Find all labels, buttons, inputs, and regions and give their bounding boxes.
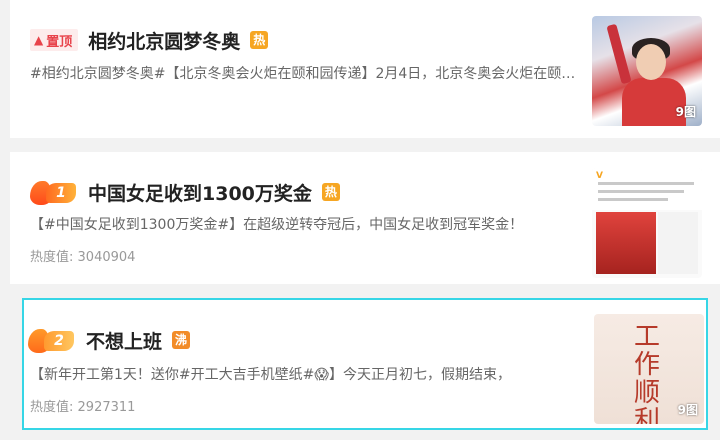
heat-number: 3040904 [77, 250, 136, 265]
rank-number: 2 [44, 331, 74, 351]
item-thumbnail[interactable]: 9图 [592, 16, 702, 126]
torch-shape [606, 23, 632, 85]
item-description[interactable]: 【新年开工第1天！送你#开工大吉手机壁纸#😱】今天正月初七，假期结束， [30, 364, 575, 384]
item-thumbnail[interactable]: 工 作 顺 利 9图 [594, 314, 704, 424]
weibo-logo-icon: V [596, 171, 603, 181]
text-line-shape [598, 190, 684, 193]
hot-tag: 热 [250, 31, 269, 49]
pin-arrow-icon: ▲ [34, 33, 44, 47]
title-row: 2 不想上班 沸 [28, 326, 191, 354]
image-count: 9图 [675, 105, 696, 119]
side-panel-shape [658, 212, 698, 274]
item-title[interactable]: 不想上班 [86, 327, 162, 354]
heat-label: 热度值: [30, 400, 74, 415]
post-header-shape [592, 168, 702, 210]
item-description[interactable]: 【#中国女足收到1300万奖金#】在超级逆转夺冠后，中国女足收到冠军奖金！ [30, 214, 585, 234]
heat-label: 热度值: [30, 250, 74, 265]
hot-tag: 热 [321, 183, 340, 201]
heat-number: 2927311 [77, 400, 136, 415]
rank-number: 1 [46, 183, 76, 203]
title-row: 1 中国女足收到1300万奖金 热 [30, 178, 340, 206]
pinned-label: 置顶 [46, 34, 73, 50]
wallpaper-char: 利 [634, 406, 661, 424]
item-thumbnail[interactable]: V [592, 168, 702, 278]
rank-badge: 1 [30, 179, 78, 205]
rank-badge: 2 [28, 327, 76, 353]
text-line-shape [598, 182, 694, 185]
title-row: ▲ 置顶 相约北京圆梦冬奥 热 [30, 26, 269, 54]
hot-item-rank-2[interactable]: 2 不想上班 沸 【新年开工第1天！送你#开工大吉手机壁纸#😱】今天正月初七，假… [22, 298, 708, 430]
image-count: 9图 [677, 403, 698, 417]
item-title[interactable]: 中国女足收到1300万奖金 [88, 179, 312, 206]
boiling-tag: 沸 [172, 331, 191, 349]
hot-item-rank-1[interactable]: 1 中国女足收到1300万奖金 热 【#中国女足收到1300万奖金#】在超级逆转… [10, 152, 720, 284]
item-title[interactable]: 相约北京圆梦冬奥 [88, 27, 240, 54]
text-line-shape [598, 198, 668, 201]
person-face-shape [636, 44, 666, 80]
hot-item-pinned[interactable]: ▲ 置顶 相约北京圆梦冬奥 热 #相约北京圆梦冬奥#【北京冬奥会火炬在颐和园传递… [10, 0, 720, 138]
heat-value: 热度值: 2927311 [30, 396, 135, 415]
team-photo-shape [596, 212, 656, 274]
item-description[interactable]: #相约北京圆梦冬奥#【北京冬奥会火炬在颐和园传递】2月4日，北京冬奥会火炬在颐和… [30, 63, 585, 83]
heat-value: 热度值: 3040904 [30, 246, 135, 265]
pinned-badge: ▲ 置顶 [30, 29, 79, 51]
